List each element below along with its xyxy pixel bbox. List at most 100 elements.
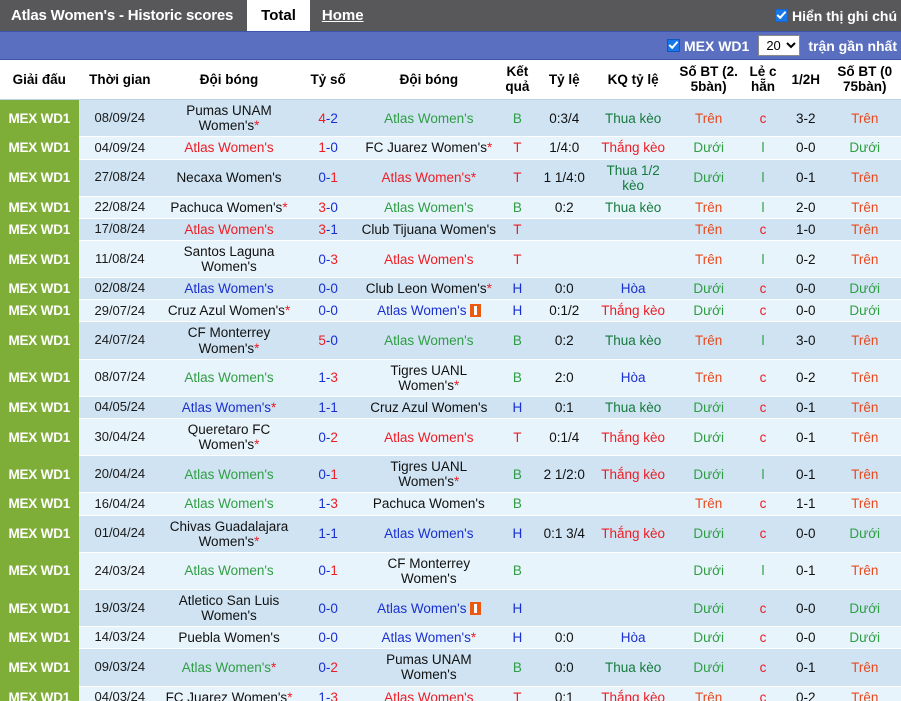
cell-home-team[interactable]: Pumas UNAM Women's* — [161, 99, 297, 138]
cell-away-team[interactable]: Cruz Azul Women's — [359, 396, 499, 419]
col-kq-odds[interactable]: KQ tỷ lệ — [591, 60, 675, 101]
cell-odd-even: c — [742, 626, 784, 650]
cell-home-team[interactable]: Atlas Women's — [161, 136, 297, 160]
table-row[interactable]: MEX WD1 24/07/24 CF Monterrey Women's* 5-0 A… — [0, 321, 901, 360]
col-time[interactable]: Thời gian — [78, 60, 162, 101]
cell-away-team[interactable]: Tigres UANL Women's* — [359, 455, 499, 494]
cell-league: MEX WD1 — [0, 299, 79, 323]
cell-bt25: Dưới — [674, 418, 743, 457]
cell-home-team[interactable]: FC Juarez Women's* — [161, 686, 297, 701]
table-row[interactable]: MEX WD1 24/03/24 Atlas Women's 0-1 CF Monter… — [0, 552, 901, 590]
cell-home-team[interactable]: Chivas Guadalajara Women's* — [161, 515, 297, 553]
cell-away-team[interactable]: Atlas Women's — [359, 686, 499, 701]
table-row[interactable]: MEX WD1 08/09/24 Pumas UNAM Women's* 4-2 Atl… — [0, 99, 901, 138]
cell-away-team[interactable]: FC Juarez Women's* — [359, 136, 499, 160]
table-row[interactable]: MEX WD1 22/08/24 Pachuca Women's* 3-0 Atlas … — [0, 196, 901, 219]
cell-away-team[interactable]: Atlas Women's* — [359, 159, 499, 197]
cell-bt25: Dưới — [674, 552, 743, 590]
cell-home-team[interactable]: Atlas Women's* — [161, 648, 297, 687]
table-row[interactable]: MEX WD1 04/05/24 Atlas Women's* 1-1 Cruz Azu… — [0, 396, 901, 419]
cell-odds-result: Thắng kèo — [591, 418, 675, 457]
cell-odds-result: Thắng kèo — [591, 515, 675, 553]
cell-away-team[interactable]: Club Leon Women's* — [359, 277, 499, 301]
cell-away-team[interactable]: Pumas UNAM Women's — [359, 648, 499, 687]
col-result[interactable]: Kết quả — [498, 60, 537, 101]
cell-home-team[interactable]: Pachuca Women's* — [161, 196, 297, 219]
show-notes-label: Hiển thị ghi chú — [792, 7, 897, 24]
col-score[interactable]: Tỷ số — [296, 60, 360, 101]
cell-away-team[interactable]: Atlas Women's — [359, 240, 499, 279]
table-row[interactable]: MEX WD1 30/04/24 Queretaro FC Women's* 0-2 A… — [0, 418, 901, 457]
cell-home-team[interactable]: Necaxa Women's — [161, 159, 297, 197]
col-away[interactable]: Đội bóng — [359, 60, 499, 101]
table-row[interactable]: MEX WD1 02/08/24 Atlas Women's 0-0 Club Leon… — [0, 277, 901, 301]
table-row[interactable]: MEX WD1 29/07/24 Cruz Azul Women's* 0-0 Atla… — [0, 299, 901, 323]
card-badge-icon — [469, 601, 481, 615]
col-league[interactable]: Giải đấu — [0, 60, 79, 101]
cell-home-team[interactable]: Santos Laguna Women's — [161, 240, 297, 279]
cell-home-team[interactable]: CF Monterrey Women's* — [161, 321, 297, 360]
table-row[interactable]: MEX WD1 11/08/24 Santos Laguna Women's 0-3 A… — [0, 240, 901, 279]
cell-away-team[interactable]: Club Tijuana Women's — [359, 218, 499, 241]
col-oddeven[interactable]: Lẻ c hẵn — [742, 60, 784, 101]
table-row[interactable]: MEX WD1 20/04/24 Atlas Women's 0-1 Tigres UA… — [0, 455, 901, 494]
cell-league: MEX WD1 — [0, 218, 79, 241]
match-count-select[interactable]: 10203050 — [758, 35, 801, 56]
cell-away-team[interactable]: CF Monterrey Women's — [359, 552, 499, 590]
cell-away-team[interactable]: Atlas Women's — [359, 196, 499, 219]
cell-home-team[interactable]: Atlas Women's — [161, 455, 297, 494]
cell-home-team[interactable]: Queretaro FC Women's* — [161, 418, 297, 457]
cell-away-team[interactable]: Atlas Women's — [359, 418, 499, 457]
col-halftime[interactable]: 1/2H — [783, 60, 829, 101]
cell-home-team[interactable]: Puebla Women's — [161, 626, 297, 650]
table-row[interactable]: MEX WD1 14/03/24 Puebla Women's 0-0 Atlas Wo… — [0, 626, 901, 650]
cell-score: 5-0 — [296, 321, 360, 360]
cell-away-team[interactable]: Atlas Women's — [359, 589, 499, 628]
cell-home-team[interactable]: Atlas Women's — [161, 552, 297, 590]
cell-home-team[interactable]: Cruz Azul Women's* — [161, 299, 297, 323]
cell-bt075: Dưới — [828, 626, 901, 650]
table-row[interactable]: MEX WD1 27/08/24 Necaxa Women's 0-1 Atlas Wo… — [0, 159, 901, 197]
col-bt075[interactable]: Số BT (0 75bàn) — [828, 60, 901, 101]
tab-home[interactable]: Home — [310, 0, 376, 31]
col-bt25[interactable]: Số BT (2. 5bàn) — [674, 60, 743, 101]
cell-odds-result: Thắng kèo — [591, 136, 675, 160]
cell-home-team[interactable]: Atletico San Luis Women's — [161, 589, 297, 628]
cell-odds-result — [591, 492, 675, 516]
cell-home-team[interactable]: Atlas Women's* — [161, 396, 297, 419]
cell-bt25: Trên — [674, 686, 743, 701]
cell-away-team[interactable]: Atlas Women's — [359, 515, 499, 553]
cell-bt075: Trên — [828, 99, 901, 138]
cell-away-team[interactable]: Atlas Women's* — [359, 626, 499, 650]
cell-odds: 0:2 — [536, 196, 592, 219]
cell-result: T — [498, 218, 537, 241]
cell-away-team[interactable]: Atlas Women's — [359, 321, 499, 360]
col-home[interactable]: Đội bóng — [161, 60, 297, 101]
cell-home-team[interactable]: Atlas Women's — [161, 492, 297, 516]
cell-odds-result — [591, 218, 675, 241]
tab-total[interactable]: Total — [247, 0, 310, 31]
cell-away-team[interactable]: Atlas Women's — [359, 99, 499, 138]
table-row[interactable]: MEX WD1 04/03/24 FC Juarez Women's* 1-3 Atla… — [0, 686, 901, 701]
table-row[interactable]: MEX WD1 04/09/24 Atlas Women's 1-0 FC Juarez… — [0, 136, 901, 160]
cell-away-team[interactable]: Tigres UANL Women's* — [359, 359, 499, 397]
table-row[interactable]: MEX WD1 19/03/24 Atletico San Luis Women's… — [0, 589, 901, 628]
cell-home-team[interactable]: Atlas Women's — [161, 277, 297, 301]
cell-date: 04/09/24 — [78, 136, 162, 160]
filter-bar: MEX WD1 10203050 trận gần nhất — [0, 31, 901, 60]
table-row[interactable]: MEX WD1 08/07/24 Atlas Women's 1-3 Tigres UA… — [0, 359, 901, 397]
table-row[interactable]: MEX WD1 17/08/24 Atlas Women's 3-1 Club Tiju… — [0, 218, 901, 241]
table-row[interactable]: MEX WD1 09/03/24 Atlas Women's* 0-2 Pumas UN… — [0, 648, 901, 687]
table-row[interactable]: MEX WD1 16/04/24 Atlas Women's 1-3 Pachuca W… — [0, 492, 901, 516]
cell-home-team[interactable]: Atlas Women's — [161, 218, 297, 241]
cell-home-team[interactable]: Atlas Women's — [161, 359, 297, 397]
league-filter-checkbox[interactable] — [666, 39, 680, 52]
show-notes-control[interactable]: Hiển thị ghi chú — [775, 0, 901, 31]
cell-result: T — [498, 240, 537, 279]
table-row[interactable]: MEX WD1 01/04/24 Chivas Guadalajara Women'… — [0, 515, 901, 553]
cell-away-team[interactable]: Pachuca Women's — [359, 492, 499, 516]
show-notes-checkbox[interactable] — [775, 9, 788, 22]
cell-away-team[interactable]: Atlas Women's — [359, 299, 499, 323]
cell-odd-even: c — [742, 492, 784, 516]
col-odds[interactable]: Tỷ lệ — [536, 60, 592, 101]
